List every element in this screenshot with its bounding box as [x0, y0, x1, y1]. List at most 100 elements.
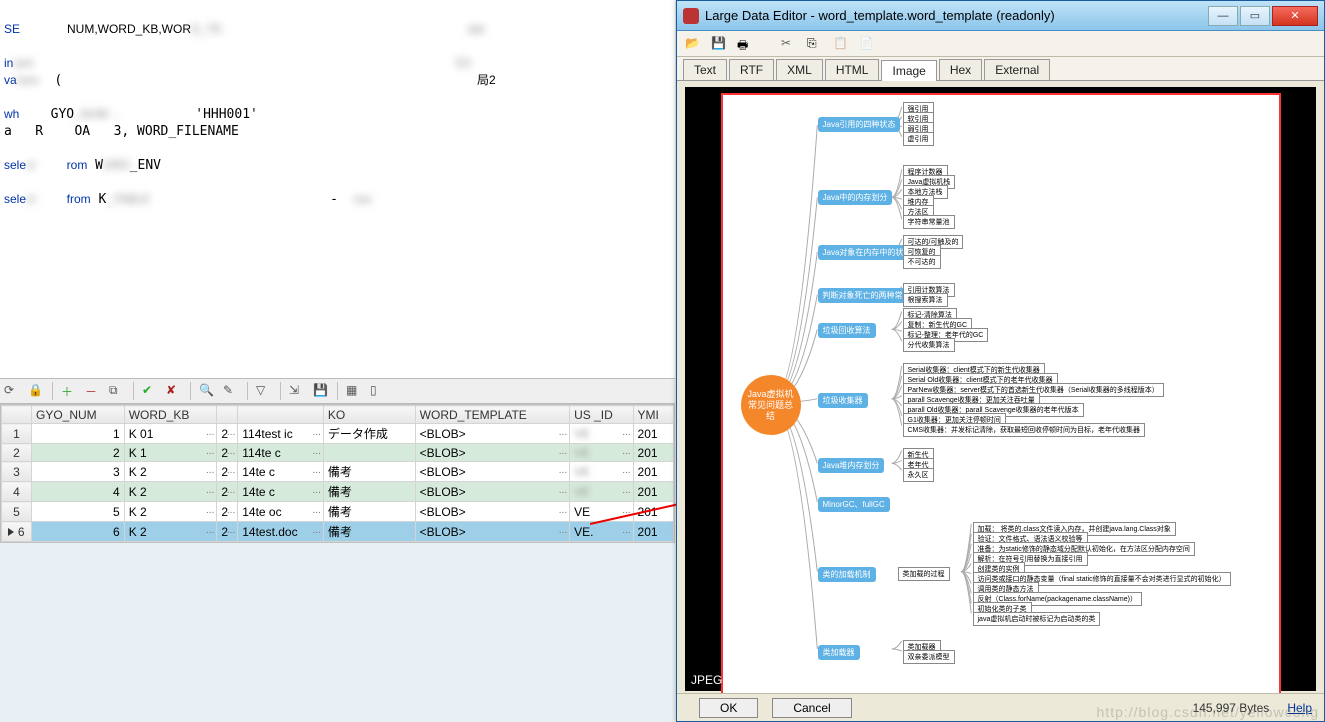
cell[interactable]: 14test.doc	[238, 522, 324, 542]
tab-image[interactable]: Image	[881, 60, 936, 81]
cell[interactable]: <BLOB>	[415, 424, 569, 444]
cell[interactable]: 4	[32, 482, 125, 502]
tab-html[interactable]: HTML	[825, 59, 880, 80]
column-header[interactable]: WORD_KB	[124, 406, 217, 424]
cell[interactable]: 3	[32, 462, 125, 482]
row-number[interactable]: 2	[2, 444, 32, 462]
cell[interactable]: VE	[570, 444, 633, 462]
cell[interactable]: 201	[633, 462, 673, 482]
close-button[interactable]: ✕	[1272, 6, 1318, 26]
cancel-button[interactable]: Cancel	[772, 698, 851, 718]
cell[interactable]: VE	[570, 482, 633, 502]
cell[interactable]: K 01	[124, 424, 217, 444]
row-number[interactable]: 5	[2, 502, 32, 522]
find-icon[interactable]: 🔍	[199, 383, 215, 399]
add-row-icon[interactable]: ＋	[61, 383, 77, 399]
maximize-button[interactable]: ▭	[1240, 6, 1270, 26]
remove-row-icon[interactable]: －	[85, 383, 101, 399]
cell[interactable]: K 2	[124, 522, 217, 542]
minimize-button[interactable]: —	[1208, 6, 1238, 26]
column-header[interactable]: GYO_NUM	[32, 406, 125, 424]
cell[interactable]: 114te c	[238, 444, 324, 462]
cell[interactable]: 201	[633, 424, 673, 444]
cell[interactable]: <BLOB>	[415, 522, 569, 542]
cell[interactable]: 備考	[323, 502, 415, 522]
row-number[interactable]: 3	[2, 462, 32, 482]
cell[interactable]: <BLOB>	[415, 444, 569, 462]
copy-icon[interactable]: ⎘	[807, 36, 823, 52]
table-row[interactable]: 44K 2214te c備考<BLOB>VE 201	[2, 482, 674, 502]
table-row[interactable]: 66K 2214test.doc備考<BLOB>VE.201	[2, 522, 674, 542]
cell[interactable]: VE	[570, 424, 633, 444]
column-header[interactable]: KO	[323, 406, 415, 424]
cell[interactable]: 6	[32, 522, 125, 542]
data-grid[interactable]: GYO_NUMWORD_KBKOWORD_TEMPLATEUS _IDYMI 1…	[0, 404, 675, 543]
cell[interactable]: 201	[633, 482, 673, 502]
cell[interactable]: VE	[570, 502, 633, 522]
cell[interactable]: 2	[32, 444, 125, 462]
tab-external[interactable]: External	[984, 59, 1050, 80]
save-icon[interactable]: 💾	[313, 383, 329, 399]
edit-icon[interactable]: ✎	[223, 383, 239, 399]
save-icon[interactable]: 💾	[711, 36, 727, 52]
cell[interactable]: 2	[217, 462, 238, 482]
tab-rtf[interactable]: RTF	[729, 59, 774, 80]
cell[interactable]: K 2	[124, 502, 217, 522]
clear-icon[interactable]: 📄	[859, 36, 875, 52]
paste-icon[interactable]: 📋	[833, 36, 849, 52]
column-header[interactable]	[2, 406, 32, 424]
column-header[interactable]	[217, 406, 238, 424]
commit-icon[interactable]: ✔	[142, 383, 158, 399]
print-icon[interactable]: 🖶	[737, 36, 753, 52]
table-row[interactable]: 55K 2214te oc備考<BLOB>VE201	[2, 502, 674, 522]
cell[interactable]: VE.	[570, 522, 633, 542]
table-row[interactable]: 22K 12114te c<BLOB>VE 201	[2, 444, 674, 462]
cell[interactable]: 1	[32, 424, 125, 444]
cell[interactable]: 201	[633, 502, 673, 522]
row-number[interactable]: 4	[2, 482, 32, 502]
cell[interactable]: 201	[633, 522, 673, 542]
cell[interactable]: 2	[217, 424, 238, 444]
cell[interactable]: 114test ic	[238, 424, 324, 444]
cell[interactable]: 備考	[323, 462, 415, 482]
open-icon[interactable]: 📂	[685, 36, 701, 52]
cell[interactable]: 2	[217, 482, 238, 502]
cell[interactable]: VE	[570, 462, 633, 482]
cell[interactable]	[323, 444, 415, 462]
cell[interactable]: 14te c	[238, 462, 324, 482]
cut-icon[interactable]: ✂	[781, 36, 797, 52]
cell[interactable]: 備考	[323, 482, 415, 502]
cell[interactable]: 2	[217, 502, 238, 522]
cell[interactable]: <BLOB>	[415, 502, 569, 522]
tab-text[interactable]: Text	[683, 59, 727, 80]
cell[interactable]: 5	[32, 502, 125, 522]
cell[interactable]: <BLOB>	[415, 462, 569, 482]
cell[interactable]: K 2	[124, 482, 217, 502]
lock-icon[interactable]: 🔒	[28, 383, 44, 399]
table-row[interactable]: 11K 012114test icデータ作成<BLOB>VE 201	[2, 424, 674, 444]
image-viewport[interactable]: Java引用的四种状态强引用软引用弱引用虚引用Java中的内存划分程序计数器Ja…	[685, 87, 1316, 691]
cell[interactable]: 2	[217, 522, 238, 542]
table-row[interactable]: 33K 2214te c備考<BLOB>VE 201	[2, 462, 674, 482]
ok-button[interactable]: OK	[699, 698, 758, 718]
duplicate-icon[interactable]: ⧉	[109, 383, 125, 399]
refresh-icon[interactable]: ⟳	[4, 383, 20, 399]
grid-view-icon[interactable]: ▦	[346, 383, 362, 399]
tab-xml[interactable]: XML	[776, 59, 823, 80]
row-number[interactable]: 6	[2, 522, 32, 542]
column-header[interactable]	[238, 406, 324, 424]
cell[interactable]: 201	[633, 444, 673, 462]
row-number[interactable]: 1	[2, 424, 32, 444]
rollback-icon[interactable]: ✘	[166, 383, 182, 399]
column-header[interactable]: YMI	[633, 406, 673, 424]
filter-icon[interactable]: ▽	[256, 383, 272, 399]
export-icon[interactable]: ⇲	[289, 383, 305, 399]
cell[interactable]: K 1	[124, 444, 217, 462]
single-record-icon[interactable]: ▯	[370, 383, 386, 399]
cell[interactable]: <BLOB>	[415, 482, 569, 502]
sql-editor[interactable]: SE NUM,WORD_KB,WORD_TE. dat insert E3 va…	[0, 0, 675, 395]
cell[interactable]: 備考	[323, 522, 415, 542]
tab-hex[interactable]: Hex	[939, 59, 982, 80]
cell[interactable]: 2	[217, 444, 238, 462]
column-header[interactable]: US _ID	[570, 406, 633, 424]
